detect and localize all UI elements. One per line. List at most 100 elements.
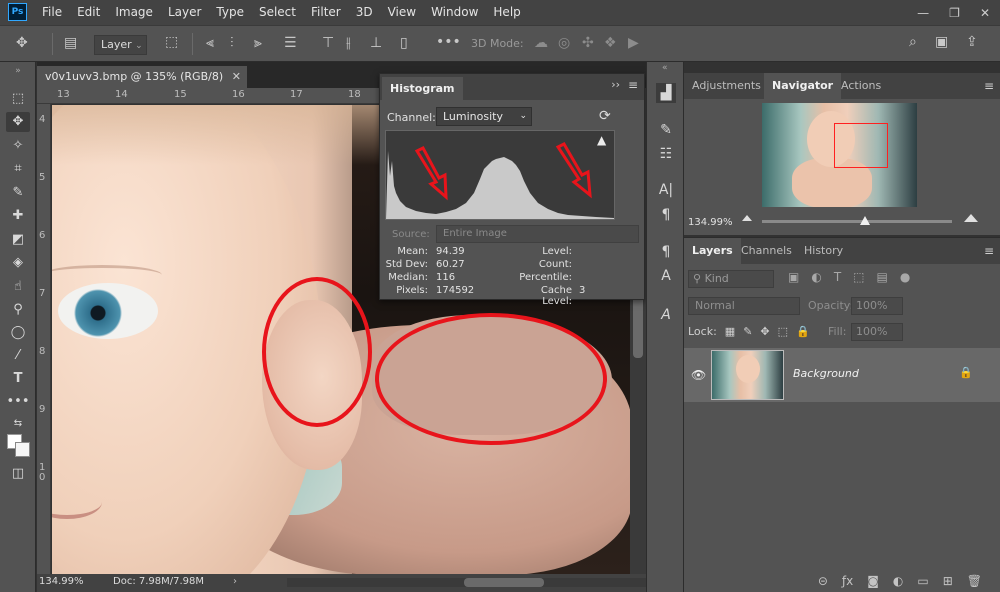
zoom-slider[interactable]	[762, 216, 952, 225]
dodge-tool-icon[interactable]: ⚲	[6, 300, 30, 320]
smart-object-filter-icon[interactable]: ▤	[877, 270, 888, 284]
lock-all-icon[interactable]: 🔒	[796, 325, 810, 338]
3d-pan-icon[interactable]: ✣	[582, 35, 594, 51]
histogram-tab[interactable]: Histogram	[382, 77, 463, 100]
smudge-tool-icon[interactable]: ☝	[6, 277, 30, 297]
character-styles-icon[interactable]: A	[656, 266, 676, 286]
align-top-icon[interactable]: ⊤	[322, 35, 334, 51]
workspace-icon[interactable]: ▣	[935, 34, 948, 50]
ellipse-tool-icon[interactable]: ◯	[6, 323, 30, 343]
tab-history[interactable]: History	[796, 238, 851, 264]
collapse-icon[interactable]: «	[662, 63, 668, 73]
move-tool-icon[interactable]: ✥	[6, 112, 30, 132]
zoom-out-icon[interactable]	[742, 215, 752, 221]
tab-channels[interactable]: Channels	[733, 238, 800, 264]
lock-pixels-icon[interactable]: ✎	[743, 325, 752, 338]
crop-tool-icon[interactable]: ⌗	[6, 159, 30, 179]
lock-transparency-icon[interactable]: ▦	[725, 325, 735, 338]
menu-window[interactable]: Window	[431, 0, 478, 25]
menu-file[interactable]: File	[42, 0, 62, 25]
3d-orbit-icon[interactable]: ☁	[534, 35, 548, 51]
brush-settings-icon[interactable]: ✎	[656, 120, 676, 140]
source-dropdown[interactable]: Entire Image	[436, 225, 639, 243]
channel-dropdown[interactable]: Luminosity ⌄	[436, 107, 532, 126]
histogram-panel-icon[interactable]: ▟	[656, 83, 676, 103]
menu-3d[interactable]: 3D	[356, 0, 373, 25]
navigator-zoom-value[interactable]: 134.99%	[688, 217, 733, 228]
horizontal-scrollbar[interactable]	[287, 578, 657, 587]
menu-edit[interactable]: Edit	[77, 0, 100, 25]
new-group-icon[interactable]: ▭	[917, 574, 928, 588]
panel-menu-icon[interactable]: ≡	[984, 244, 994, 258]
close-document-icon[interactable]: ✕	[232, 66, 241, 88]
refresh-icon[interactable]: ⟳	[599, 108, 611, 124]
distribute-vertical-icon[interactable]: ▯	[400, 35, 408, 51]
share-icon[interactable]: ⇪	[966, 34, 978, 50]
default-colors-icon[interactable]: ⇆	[6, 414, 30, 434]
character-icon[interactable]: A|	[656, 180, 676, 200]
align-bottom-icon[interactable]: ⊥	[370, 35, 382, 51]
zoom-level[interactable]: 134.99%	[39, 576, 84, 587]
menu-view[interactable]: View	[388, 0, 416, 25]
brush-tool-icon[interactable]: ✎	[6, 183, 30, 203]
adjustment-filter-icon[interactable]: ◐	[811, 270, 821, 284]
collapse-icon[interactable]: »	[6, 61, 30, 81]
glyphs-icon[interactable]: A	[656, 305, 676, 325]
shape-filter-icon[interactable]: ⬚	[853, 270, 864, 284]
pixel-filter-icon[interactable]: ▣	[788, 270, 799, 284]
new-layer-icon[interactable]: ⊞	[943, 574, 953, 588]
3d-scale-icon[interactable]: ▶	[628, 35, 639, 51]
menu-type[interactable]: Type	[216, 0, 244, 25]
visibility-eye-icon[interactable]: 👁	[691, 368, 706, 382]
paint-bucket-tool-icon[interactable]: ◈	[6, 253, 30, 273]
magic-wand-tool-icon[interactable]: ✧	[6, 136, 30, 156]
align-right-icon[interactable]: ⫸	[254, 35, 262, 51]
distribute-icon[interactable]: ☰	[284, 35, 297, 51]
panel-menu-icon[interactable]: ≡	[984, 79, 994, 93]
auto-select-icon[interactable]: ▤	[64, 35, 77, 51]
close-icon[interactable]: ✕	[980, 6, 990, 20]
horizontal-scroll-thumb[interactable]	[464, 578, 544, 587]
layer-row[interactable]: 👁 Background 🔒	[684, 348, 1000, 402]
align-left-icon[interactable]: ⫷	[206, 35, 214, 51]
menu-image[interactable]: Image	[115, 0, 153, 25]
type-filter-icon[interactable]: T	[834, 270, 841, 284]
quick-mask-icon[interactable]: ◫	[6, 464, 30, 484]
paragraph-icon[interactable]: ¶	[656, 205, 676, 225]
menu-select[interactable]: Select	[259, 0, 296, 25]
fill-field[interactable]: 100%	[851, 323, 903, 341]
collapse-panel-icon[interactable]: ››	[611, 78, 620, 91]
menu-filter[interactable]: Filter	[311, 0, 341, 25]
layer-kind-filter[interactable]: ⚲ Kind	[688, 270, 774, 288]
properties-icon[interactable]: ☷	[656, 144, 676, 164]
layer-mask-icon[interactable]: ◙	[867, 574, 879, 588]
align-center-icon[interactable]: ⫶	[230, 35, 234, 51]
lock-artboard-icon[interactable]: ⬚	[778, 325, 788, 338]
restore-icon[interactable]: ❐	[949, 6, 960, 20]
3d-slide-icon[interactable]: ❖	[604, 35, 617, 51]
link-layers-icon[interactable]: ⊝	[818, 574, 828, 588]
layer-name[interactable]: Background	[793, 367, 859, 380]
panel-menu-icon[interactable]: ≡	[628, 78, 638, 92]
opacity-field[interactable]: 100%	[851, 297, 903, 315]
tab-navigator[interactable]: Navigator	[764, 73, 842, 99]
transform-controls-icon[interactable]: ⬚	[165, 34, 178, 50]
more-tools-icon[interactable]: •••	[6, 392, 30, 412]
menu-help[interactable]: Help	[493, 0, 520, 25]
paragraph-styles-icon[interactable]: ¶	[656, 242, 676, 262]
healing-tool-icon[interactable]: ✚	[6, 206, 30, 226]
filter-toggle-icon[interactable]: ●	[900, 270, 910, 284]
move-tool-icon[interactable]: ✥	[16, 35, 28, 51]
3d-roll-icon[interactable]: ◎	[558, 35, 570, 51]
eyedropper-tool-icon[interactable]: ⁄	[6, 346, 30, 366]
menu-layer[interactable]: Layer	[168, 0, 201, 25]
align-middle-icon[interactable]: ⫲	[346, 35, 351, 51]
eraser-tool-icon[interactable]: ◩	[6, 230, 30, 250]
status-expand-icon[interactable]: ›	[233, 576, 237, 587]
tab-actions[interactable]: Actions	[833, 73, 889, 99]
search-icon[interactable]: ⌕	[909, 34, 917, 50]
blend-mode-dropdown[interactable]: Normal	[688, 297, 800, 315]
navigator-view-box[interactable]	[834, 123, 888, 168]
more-options-icon[interactable]: •••	[436, 34, 461, 50]
lock-position-icon[interactable]: ✥	[760, 325, 769, 338]
